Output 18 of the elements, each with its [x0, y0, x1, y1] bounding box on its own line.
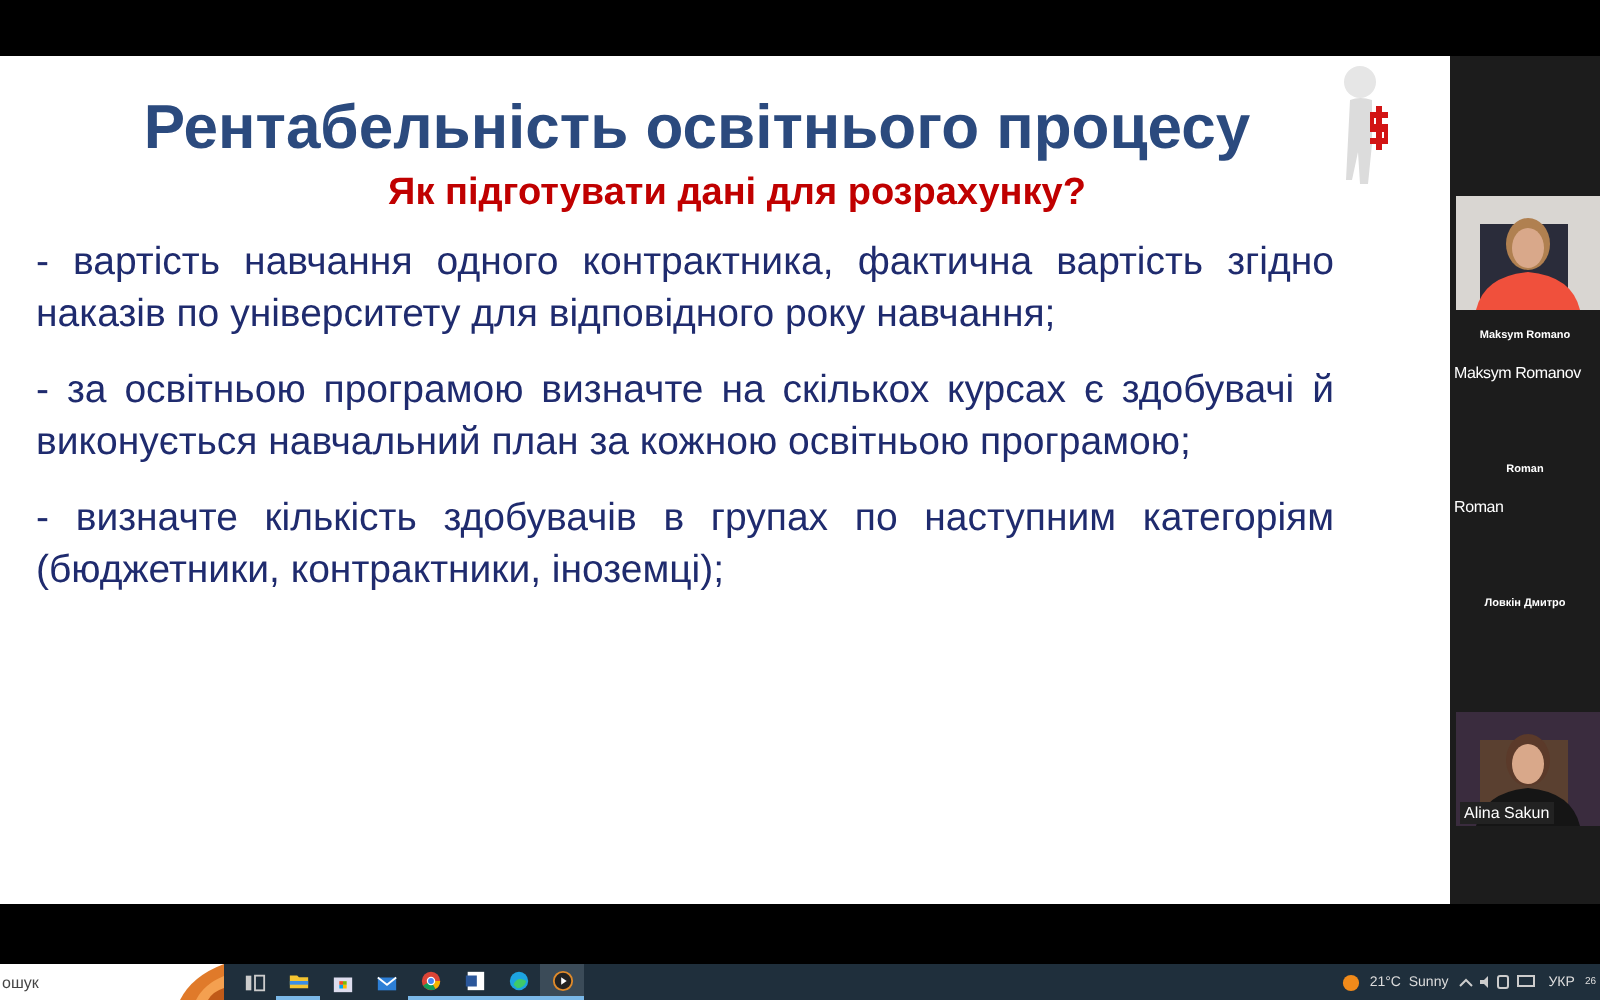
participant-name: Alina Sakun — [1460, 802, 1554, 824]
bullet-text: - визначте кількість здобувачів в групах по наступним категоріям (бюджетники, контрактники, іноземці); — [36, 494, 1334, 596]
participant-name: Maksym Romanov — [1452, 364, 1583, 382]
task-view-icon — [243, 971, 265, 993]
chrome-icon — [419, 969, 441, 991]
bullet-text: - вартість навчання одного контрактника, фактична вартість згідно наказів по університету для відповідного року навчання; — [36, 238, 1334, 340]
taskbar-app-button[interactable] — [540, 964, 584, 1000]
tray-icons-drawing[interactable] — [1458, 972, 1539, 992]
edge-icon — [507, 969, 529, 991]
slide-subtitle: Як підготувати дані для розрахунку? — [386, 172, 1086, 216]
bullet-text: - за освітньою програмою визначте на скількох курсах є здобувачі й виконується навчальний план за кожною освітньою програмою; — [36, 366, 1334, 468]
participant-name: Roman — [1452, 498, 1506, 516]
search-field[interactable]: ошук — [0, 964, 224, 1000]
mail-icon — [375, 971, 397, 993]
sun-icon — [1341, 973, 1360, 991]
play-icon — [551, 969, 573, 991]
slide-title: Рентабельність освітнього процесу — [143, 92, 1251, 164]
document-icon — [463, 969, 485, 991]
